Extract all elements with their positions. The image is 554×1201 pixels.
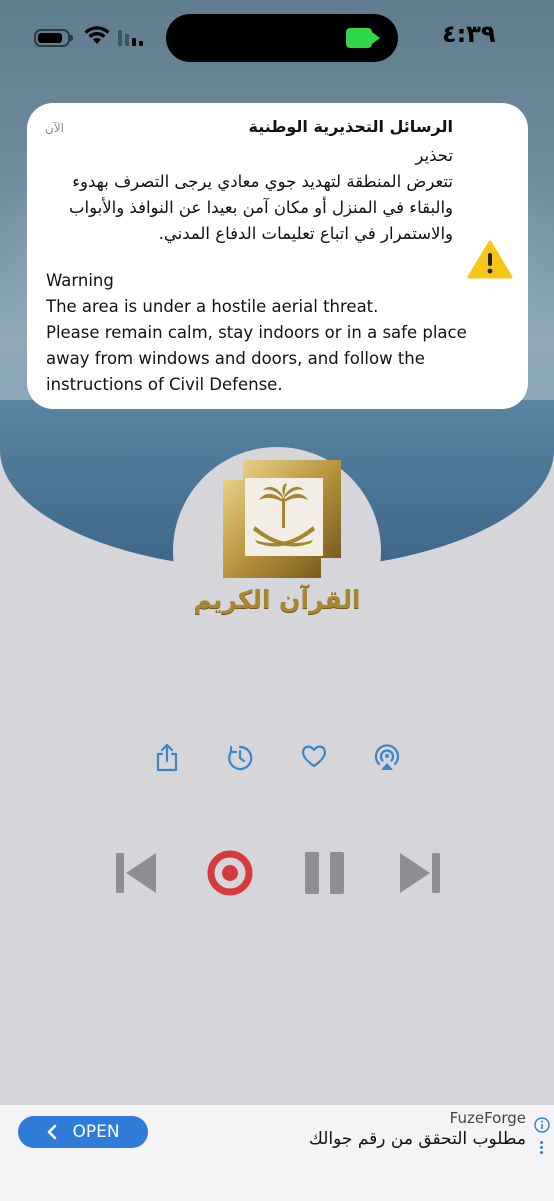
arabic-line: تتعرض المنطقة لتهديد جوي معادي يرجى التص… bbox=[72, 172, 453, 191]
record-button[interactable] bbox=[207, 850, 253, 900]
status-time: ٤:٣٩ bbox=[442, 20, 496, 48]
airplay-icon[interactable] bbox=[373, 742, 401, 776]
ad-options-icon[interactable] bbox=[540, 1141, 544, 1156]
english-line: instructions of Civil Defense. bbox=[46, 375, 283, 394]
dynamic-island[interactable] bbox=[166, 14, 398, 62]
notification-arabic-text: تحذير تتعرض المنطقة لتهديد جوي معادي يرج… bbox=[43, 143, 453, 247]
notification-app-title: الرسائل التحذيرية الوطنية bbox=[248, 117, 453, 136]
ad-text: مطلوب التحقق من رقم جوالك bbox=[308, 1129, 526, 1149]
saudi-emblem-logo bbox=[223, 460, 341, 578]
next-icon[interactable] bbox=[396, 851, 442, 899]
ad-open-button[interactable]: OPEN bbox=[18, 1116, 148, 1148]
previous-icon[interactable] bbox=[114, 851, 160, 899]
heart-icon[interactable] bbox=[300, 742, 328, 774]
english-line: away from windows and doors, and follow … bbox=[46, 349, 425, 368]
notification-time: الآن bbox=[45, 121, 64, 135]
english-line: The area is under a hostile aerial threa… bbox=[46, 297, 379, 316]
ad-info-icon[interactable] bbox=[534, 1117, 550, 1133]
status-bar: ٤:٣٩ bbox=[0, 0, 554, 80]
timer-icon[interactable] bbox=[226, 742, 254, 776]
pause-icon[interactable] bbox=[305, 852, 345, 898]
emergency-notification[interactable]: الآن الرسائل التحذيرية الوطنية تحذير تتع… bbox=[27, 103, 528, 409]
english-line: Please remain calm, stay indoors or in a… bbox=[46, 323, 467, 342]
ad-open-label: OPEN bbox=[72, 1122, 120, 1142]
english-heading: Warning bbox=[46, 271, 114, 290]
arabic-line: والبقاء في المنزل أو مكان آمن بعيدا عن ا… bbox=[68, 198, 453, 217]
battery-icon bbox=[34, 29, 73, 47]
station-name: القرآن الكريم bbox=[193, 585, 361, 614]
arabic-heading: تحذير bbox=[415, 146, 453, 165]
ad-brand: FuzeForge bbox=[449, 1109, 526, 1127]
arabic-line: والاستمرار في اتباع تعليمات الدفاع المدن… bbox=[158, 224, 453, 243]
camera-indicator-icon bbox=[346, 28, 380, 48]
chevron-left-icon bbox=[48, 1124, 57, 1140]
signal-icon bbox=[118, 30, 143, 46]
notification-english-text: Warning The area is under a hostile aeri… bbox=[46, 268, 476, 398]
wifi-icon bbox=[84, 26, 110, 44]
share-icon[interactable] bbox=[154, 742, 180, 776]
ad-banner[interactable]: OPEN FuzeForge مطلوب التحقق من رقم جوالك bbox=[0, 1104, 554, 1201]
warning-triangle-icon bbox=[467, 240, 513, 279]
